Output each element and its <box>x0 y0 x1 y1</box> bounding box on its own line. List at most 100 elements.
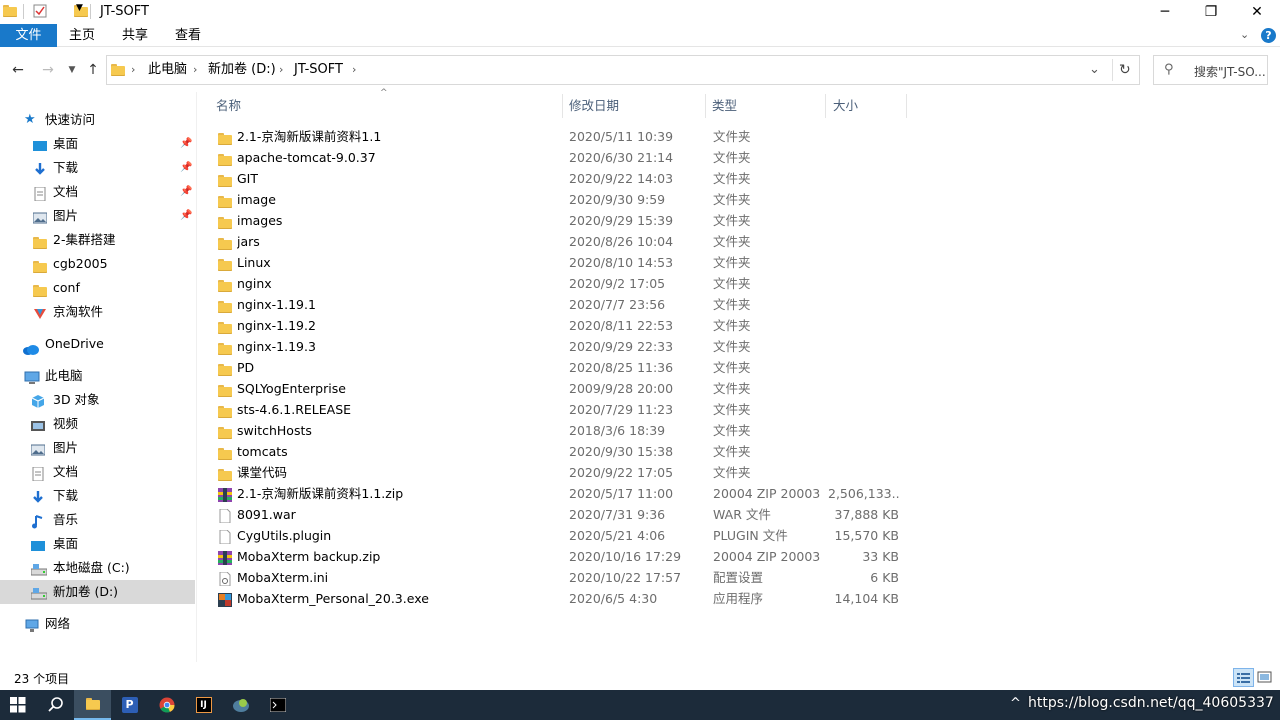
taskbar-file-explorer[interactable] <box>74 690 111 720</box>
large-icons-view-button[interactable] <box>1257 670 1272 685</box>
table-row[interactable]: image 2020/9/30 9:59 文件夹 <box>212 189 908 210</box>
refresh-icon[interactable]: ↻ <box>1119 56 1131 84</box>
folder-icon <box>218 172 232 187</box>
properties-icon[interactable] <box>33 4 47 18</box>
taskbar-app-moba[interactable] <box>222 690 259 720</box>
minimize-button[interactable]: ─ <box>1142 0 1188 24</box>
table-row[interactable]: Linux 2020/8/10 14:53 文件夹 <box>212 252 908 273</box>
table-row[interactable]: MobaXterm backup.zip 2020/10/16 17:29 2000… <box>212 546 908 567</box>
sidebar-pc-item-1[interactable]: 3D 对象 <box>0 388 195 412</box>
table-row[interactable]: 2.1-京淘新版课前资料1.1.zip 2020/5/17 11:00 20004 … <box>212 483 908 504</box>
file-type: 文件夹 <box>713 423 751 438</box>
chevron-down-icon[interactable]: ▼ <box>76 3 83 13</box>
column-divider[interactable] <box>825 94 826 118</box>
sidebar-item-6[interactable]: cgb2005 <box>0 252 195 276</box>
table-row[interactable]: MobaXterm_Personal_20.3.exe 2020/6/5 4:30… <box>212 588 908 609</box>
nav-onedrive[interactable]: OneDrive <box>0 332 195 356</box>
table-row[interactable]: 2.1-京淘新版课前资料1.1 2020/5/11 10:39 文件夹 <box>212 126 908 147</box>
tab-home[interactable]: 主页 <box>62 24 102 47</box>
table-row[interactable]: SQLYogEnterprise 2009/9/28 20:00 文件夹 <box>212 378 908 399</box>
taskbar-app-p[interactable]: P <box>111 690 148 720</box>
table-row[interactable]: jars 2020/8/26 10:04 文件夹 <box>212 231 908 252</box>
recent-locations-button[interactable]: ▼ <box>62 60 82 80</box>
table-row[interactable]: tomcats 2020/9/30 15:38 文件夹 <box>212 441 908 462</box>
sidebar-item-4[interactable]: 图片 📌 <box>0 204 195 228</box>
sidebar-item-2[interactable]: 下载 📌 <box>0 156 195 180</box>
file-type: 文件夹 <box>713 444 751 459</box>
tab-view[interactable]: 查看 <box>168 24 208 47</box>
sidebar-pc-item-6[interactable]: 音乐 <box>0 508 195 532</box>
taskbar-terminal[interactable] <box>259 690 296 720</box>
column-divider[interactable] <box>906 94 907 118</box>
table-row[interactable]: 8091.war 2020/7/31 9:36 WAR 文件 37,888 KB <box>212 504 908 525</box>
nav-this-pc[interactable]: 此电脑 <box>0 364 195 388</box>
pane-splitter[interactable] <box>196 92 197 662</box>
sidebar-item-1[interactable]: 桌面 📌 <box>0 132 195 156</box>
details-view-button[interactable] <box>1233 668 1254 687</box>
address-history-icon[interactable]: ⌄ <box>1089 56 1100 84</box>
close-button[interactable]: ✕ <box>1234 0 1280 24</box>
restore-button[interactable]: ❐ <box>1188 0 1234 24</box>
sidebar-pc-item-9[interactable]: 新加卷 (D:) <box>0 580 195 604</box>
search-box[interactable]: ⚲ 搜索"JT-SO... <box>1153 55 1268 85</box>
tab-file[interactable]: 文件 <box>0 24 57 47</box>
forward-button[interactable]: → <box>38 60 58 80</box>
address-bar[interactable]: › 此电脑 › 新加卷 (D:) › JT-SOFT › ⌄ ↻ <box>106 55 1140 85</box>
table-row[interactable]: images 2020/9/29 15:39 文件夹 <box>212 210 908 231</box>
table-row[interactable]: switchHosts 2018/3/6 18:39 文件夹 <box>212 420 908 441</box>
nav-label: 快速访问 <box>45 112 96 127</box>
chevron-right-icon[interactable]: › <box>352 56 356 84</box>
back-button[interactable]: ← <box>8 60 28 80</box>
pin-icon[interactable]: 📌 <box>180 156 192 180</box>
column-header-type[interactable]: 类型 <box>712 92 825 120</box>
column-header-name[interactable]: 名称 <box>216 92 562 120</box>
table-row[interactable]: nginx-1.19.3 2020/9/29 22:33 文件夹 <box>212 336 908 357</box>
tab-share[interactable]: 共享 <box>115 24 155 47</box>
pin-icon[interactable]: 📌 <box>180 180 192 204</box>
pin-icon[interactable]: 📌 <box>180 132 192 156</box>
sidebar-pc-item-3[interactable]: 图片 <box>0 436 195 460</box>
table-row[interactable]: apache-tomcat-9.0.37 2020/6/30 21:14 文件夹 <box>212 147 908 168</box>
table-row[interactable]: nginx 2020/9/2 17:05 文件夹 <box>212 273 908 294</box>
table-row[interactable]: PD 2020/8/25 11:36 文件夹 <box>212 357 908 378</box>
nav-quick-access[interactable]: ★ 快速访问 <box>0 108 195 132</box>
chevron-right-icon[interactable]: › <box>131 56 135 84</box>
help-icon[interactable]: ? <box>1261 28 1276 43</box>
up-button[interactable]: ↑ <box>83 60 103 80</box>
table-row[interactable]: nginx-1.19.2 2020/8/11 22:53 文件夹 <box>212 315 908 336</box>
sidebar-pc-item-8[interactable]: 本地磁盘 (C:) <box>0 556 195 580</box>
sidebar-item-3[interactable]: 文档 📌 <box>0 180 195 204</box>
sidebar-item-5[interactable]: 2-集群搭建 <box>0 228 195 252</box>
sidebar-pc-item-5[interactable]: 下载 <box>0 484 195 508</box>
breadcrumb-this-pc[interactable]: 此电脑 <box>148 56 187 84</box>
nav-network[interactable]: 网络 <box>0 612 195 636</box>
pin-icon[interactable]: 📌 <box>180 204 192 228</box>
chevron-right-icon[interactable]: › <box>279 56 283 84</box>
file-type: 配置设置 <box>713 570 764 585</box>
breadcrumb-jt-soft[interactable]: JT-SOFT <box>294 56 343 84</box>
table-row[interactable]: CygUtils.plugin 2020/5/21 4:06 PLUGIN 文件 15… <box>212 525 908 546</box>
show-hidden-icons[interactable]: ^ <box>1010 696 1021 711</box>
column-header-size[interactable]: 大小 <box>833 92 905 120</box>
table-row[interactable]: sts-4.6.1.RELEASE 2020/7/29 11:23 文件夹 <box>212 399 908 420</box>
column-header-date[interactable]: 修改日期 <box>569 92 705 120</box>
table-row[interactable]: GIT 2020/9/22 14:03 文件夹 <box>212 168 908 189</box>
chevron-right-icon[interactable]: › <box>193 56 197 84</box>
sidebar-item-7[interactable]: conf <box>0 276 195 300</box>
sidebar-pc-item-2[interactable]: 视频 <box>0 412 195 436</box>
taskbar-chrome[interactable] <box>148 690 185 720</box>
expand-ribbon-icon[interactable]: ⌄ <box>1240 28 1249 41</box>
start-button[interactable] <box>0 690 36 720</box>
sidebar-pc-item-7[interactable]: 桌面 <box>0 532 195 556</box>
table-row[interactable]: MobaXterm.ini 2020/10/22 17:57 配置设置 6 KB <box>212 567 908 588</box>
sidebar-pc-item-4[interactable]: 文档 <box>0 460 195 484</box>
table-row[interactable]: 课堂代码 2020/9/22 17:05 文件夹 <box>212 462 908 483</box>
sidebar-item-8[interactable]: 京淘软件 <box>0 300 195 324</box>
column-divider[interactable] <box>705 94 706 118</box>
column-divider[interactable] <box>562 94 563 118</box>
breadcrumb-drive-d[interactable]: 新加卷 (D:) <box>208 56 276 84</box>
file-date: 2020/9/22 17:05 <box>569 465 674 480</box>
taskbar-intellij[interactable]: IJ <box>185 690 222 720</box>
search-button[interactable] <box>37 690 74 720</box>
table-row[interactable]: nginx-1.19.1 2020/7/7 23:56 文件夹 <box>212 294 908 315</box>
